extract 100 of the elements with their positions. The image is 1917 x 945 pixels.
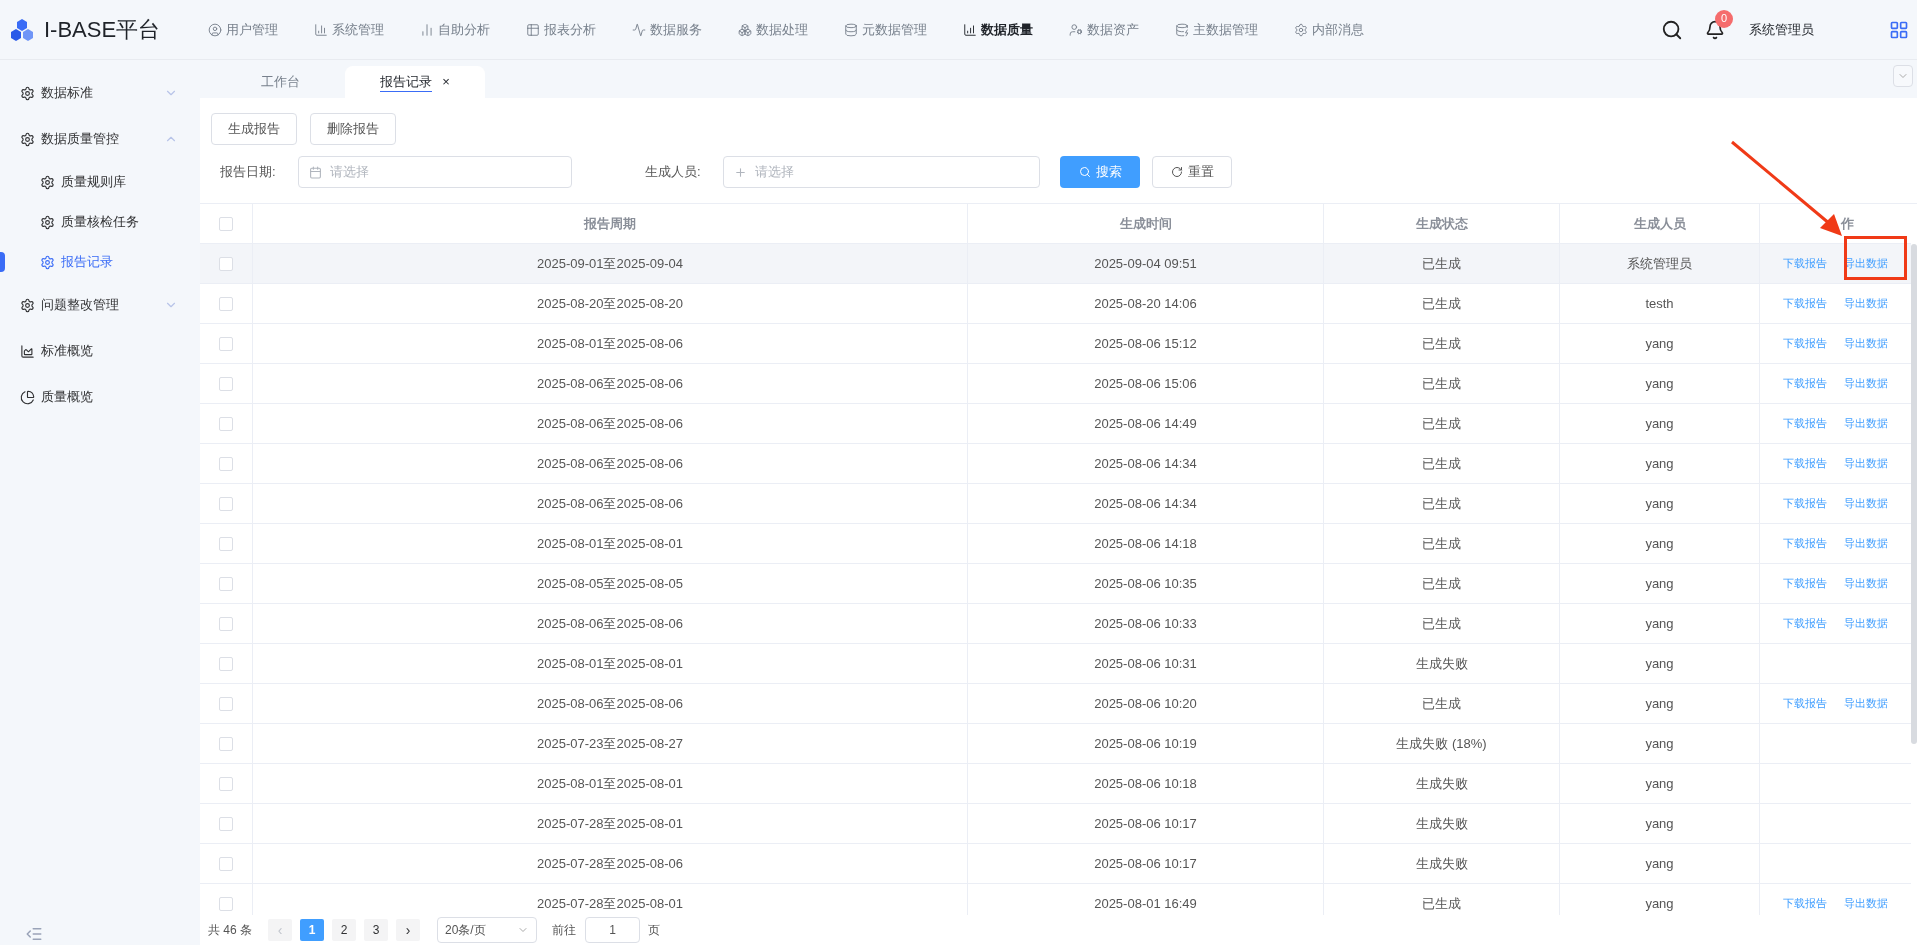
action-link[interactable]: 下载报告	[1783, 535, 1827, 552]
nav-item[interactable]: 数据质量	[963, 19, 1033, 40]
action-link[interactable]: 导出数据	[1844, 415, 1888, 432]
nav-item[interactable]: 数据处理	[738, 19, 808, 40]
nav-item[interactable]: 报表分析	[526, 19, 596, 40]
page-button[interactable]: 2	[332, 919, 356, 941]
tabs-dropdown-button[interactable]	[1893, 65, 1913, 87]
table-cell-text: 2025-08-01至2025-08-06	[537, 334, 683, 353]
table-row[interactable]: 2025-07-28至2025-08-01 2025-08-06 10:17 生成失败 yang	[200, 804, 1911, 844]
action-link[interactable]: 下载报告	[1783, 335, 1827, 352]
table-row[interactable]: 2025-08-01至2025-08-01 2025-08-06 14:18 已生成 yang 下载报告 导出数据	[200, 524, 1911, 564]
checkbox[interactable]	[219, 576, 233, 591]
sidebar-item[interactable]: 数据质量管控	[12, 116, 188, 162]
table-cell-text: 2025-08-06 10:20	[1094, 694, 1197, 713]
close-tab-button[interactable]: ×	[442, 72, 450, 92]
action-link[interactable]: 导出数据	[1844, 335, 1888, 352]
sidebar-item[interactable]: 数据标准	[12, 70, 188, 116]
nav-item[interactable]: 用户管理	[208, 19, 278, 40]
tab[interactable]: 报告记录 ×	[345, 66, 485, 98]
search-icon[interactable]	[1661, 18, 1683, 41]
sidebar-item[interactable]: 标准概览	[12, 328, 188, 374]
sidebar-item[interactable]: 质量规则库	[12, 162, 188, 202]
action-link[interactable]: 导出数据	[1844, 695, 1888, 712]
checkbox[interactable]	[219, 776, 233, 791]
user-name[interactable]: 系统管理员	[1749, 19, 1814, 40]
checkbox[interactable]	[219, 616, 233, 631]
action-link[interactable]: 下载报告	[1783, 255, 1827, 272]
checkbox[interactable]	[219, 856, 233, 871]
search-button[interactable]: 搜索	[1060, 156, 1140, 188]
nav-item[interactable]: 数据资产	[1069, 19, 1139, 40]
action-link[interactable]: 导出数据	[1844, 295, 1888, 312]
sidebar-item[interactable]: 质量核检任务	[12, 202, 188, 242]
sidebar-item[interactable]: 问题整改管理	[12, 282, 188, 328]
action-link[interactable]: 导出数据	[1844, 495, 1888, 512]
checkbox[interactable]	[219, 216, 233, 231]
toolbar-button[interactable]: 生成报告	[211, 113, 297, 145]
table-row[interactable]: 2025-08-06至2025-08-06 2025-08-06 14:49 已生成 yang 下载报告 导出数据	[200, 404, 1911, 444]
checkbox[interactable]	[219, 656, 233, 671]
checkbox[interactable]	[219, 536, 233, 551]
action-link[interactable]: 下载报告	[1783, 415, 1827, 432]
action-link[interactable]: 导出数据	[1844, 375, 1888, 392]
action-link[interactable]: 下载报告	[1783, 695, 1827, 712]
checkbox[interactable]	[219, 696, 233, 711]
table-row[interactable]: 2025-08-01至2025-08-01 2025-08-06 10:31 生成失败 yang	[200, 644, 1911, 684]
filter-field[interactable]: 请选择	[723, 156, 1040, 188]
action-link[interactable]: 下载报告	[1783, 615, 1827, 632]
table-row[interactable]: 2025-08-06至2025-08-06 2025-08-06 14:34 已生成 yang 下载报告 导出数据	[200, 484, 1911, 524]
filter-field[interactable]: 请选择	[298, 156, 572, 188]
checkbox[interactable]	[219, 376, 233, 391]
checkbox[interactable]	[219, 896, 233, 911]
notification-badge: 0	[1715, 9, 1733, 28]
nav-item[interactable]: 元数据管理	[844, 19, 927, 40]
page-size-select[interactable]: 20条/页	[437, 917, 537, 943]
checkbox[interactable]	[219, 336, 233, 351]
nav-item[interactable]: 自助分析	[420, 19, 490, 40]
scrollbar[interactable]	[1911, 244, 1917, 744]
table-row[interactable]: 2025-07-28至2025-08-06 2025-08-06 10:17 生成失败 yang	[200, 844, 1911, 884]
action-link[interactable]: 下载报告	[1783, 295, 1827, 312]
table-row[interactable]: 2025-08-01至2025-08-01 2025-08-06 10:18 生成失败 yang	[200, 764, 1911, 804]
nav-item[interactable]: 主数据管理	[1175, 19, 1258, 40]
action-link[interactable]: 下载报告	[1783, 895, 1827, 912]
toolbar-button[interactable]: 删除报告	[310, 113, 396, 145]
checkbox[interactable]	[219, 816, 233, 831]
action-link[interactable]: 导出数据	[1844, 575, 1888, 592]
table-row[interactable]: 2025-08-01至2025-08-06 2025-08-06 15:12 已生成 yang 下载报告 导出数据	[200, 324, 1911, 364]
checkbox[interactable]	[219, 456, 233, 471]
collapse-menu-icon[interactable]	[25, 925, 43, 943]
tab[interactable]: 工作台	[230, 66, 330, 98]
table-row[interactable]: 2025-08-06至2025-08-06 2025-08-06 15:06 已生成 yang 下载报告 导出数据	[200, 364, 1911, 404]
reset-button[interactable]: 重置	[1152, 156, 1232, 188]
action-link[interactable]: 下载报告	[1783, 495, 1827, 512]
table-row[interactable]: 2025-08-05至2025-08-05 2025-08-06 10:35 已生成 yang 下载报告 导出数据	[200, 564, 1911, 604]
checkbox[interactable]	[219, 736, 233, 751]
action-link[interactable]: 导出数据	[1844, 895, 1888, 912]
action-link[interactable]: 下载报告	[1783, 375, 1827, 392]
table-row[interactable]: 2025-08-20至2025-08-20 2025-08-20 14:06 已生成 testh 下载报告 导出数据	[200, 284, 1911, 324]
page-button[interactable]: 3	[364, 919, 388, 941]
page-button[interactable]: 1	[300, 919, 324, 941]
nav-item[interactable]: 内部消息	[1294, 19, 1364, 40]
table-cell-text: yang	[1645, 854, 1674, 873]
action-link[interactable]: 下载报告	[1783, 575, 1827, 592]
nav-item[interactable]: 数据服务	[632, 19, 702, 40]
action-link[interactable]: 导出数据	[1844, 615, 1888, 632]
next-page-button[interactable]: ›	[396, 919, 420, 941]
table-row[interactable]: 2025-08-06至2025-08-06 2025-08-06 10:20 已生成 yang 下载报告 导出数据	[200, 684, 1911, 724]
app-grid-icon[interactable]	[1889, 19, 1909, 40]
page-input[interactable]: 1	[585, 917, 640, 943]
checkbox[interactable]	[219, 256, 233, 271]
table-row[interactable]: 2025-07-23至2025-08-27 2025-08-06 10:19 生成失败 (18%) yang	[200, 724, 1911, 764]
action-link[interactable]: 导出数据	[1844, 535, 1888, 552]
action-link[interactable]: 下载报告	[1783, 455, 1827, 472]
nav-item[interactable]: 系统管理	[314, 19, 384, 40]
checkbox[interactable]	[219, 296, 233, 311]
sidebar-item[interactable]: 质量概览	[12, 374, 188, 420]
checkbox[interactable]	[219, 496, 233, 511]
table-row[interactable]: 2025-08-06至2025-08-06 2025-08-06 14:34 已生成 yang 下载报告 导出数据	[200, 444, 1911, 484]
checkbox[interactable]	[219, 416, 233, 431]
table-row[interactable]: 2025-08-06至2025-08-06 2025-08-06 10:33 已生成 yang 下载报告 导出数据	[200, 604, 1911, 644]
sidebar-item[interactable]: 报告记录	[12, 242, 188, 282]
action-link[interactable]: 导出数据	[1844, 455, 1888, 472]
